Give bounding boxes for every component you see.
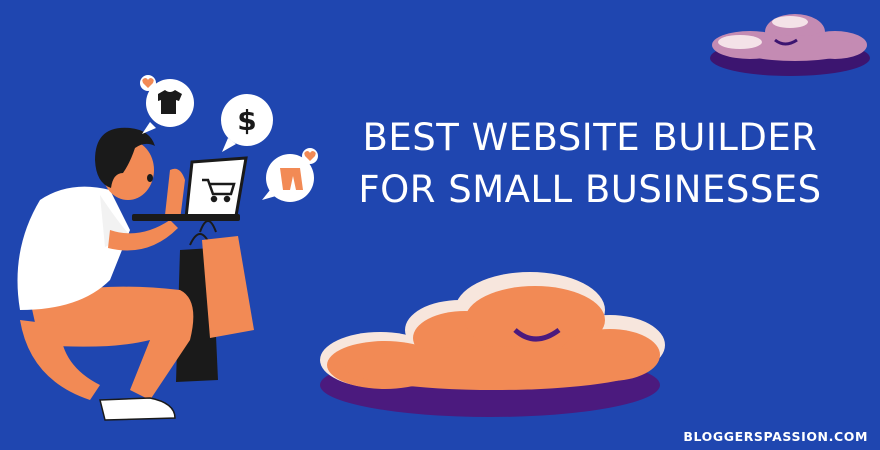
- title-line-2: FOR SMALL BUSINESSES: [358, 168, 822, 211]
- site-url: BLOGGERSPASSION.COM: [683, 429, 868, 444]
- page-title: BEST WEBSITE BUILDER FOR SMALL BUSINESSE…: [330, 112, 850, 216]
- person-illustration: [17, 127, 194, 421]
- dollar-icon: $: [237, 104, 256, 137]
- bubble-pants: [262, 148, 318, 202]
- cloud-small-icon: [710, 14, 870, 76]
- title-line-1: BEST WEBSITE BUILDER: [362, 116, 818, 159]
- banner: $ BEST WEBSITE BUILDER FOR SMALL BUSINES…: [0, 0, 880, 450]
- bubble-tshirt: [140, 75, 194, 134]
- illustration: $: [17, 14, 870, 421]
- bubble-dollar: $: [221, 94, 273, 152]
- cloud-large-icon: [320, 272, 665, 417]
